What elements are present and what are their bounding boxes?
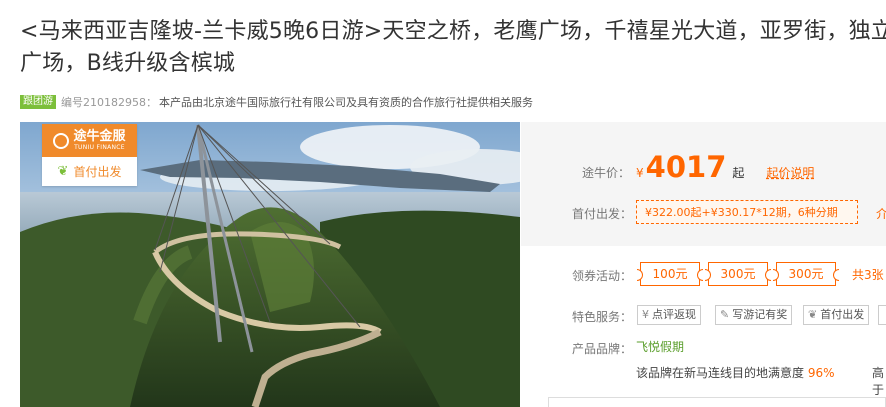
badge-feature: ❦ 首付出发 bbox=[42, 157, 137, 186]
badge-brand-sub: TUNIU FINANCE bbox=[74, 143, 125, 151]
service-label: 首付出发 bbox=[820, 308, 865, 321]
brand-label: 产品品牌： bbox=[572, 342, 633, 356]
satisfaction-compare: 高于 bbox=[872, 366, 885, 397]
price-value: 4017 bbox=[645, 150, 727, 184]
installment-more-link[interactable]: 介 bbox=[876, 205, 886, 222]
price-row: 途牛价： ¥ 4017 起 起价说明 bbox=[582, 150, 814, 184]
provider-notice: 本产品由北京途牛国际旅行社有限公司及具有资质的合作旅行社提供相关服务 bbox=[159, 96, 533, 109]
service-label: 点评返现 bbox=[652, 308, 696, 321]
badge-feature-label: 首付出发 bbox=[73, 165, 122, 179]
tuniu-finance-badge[interactable]: 途牛金服 TUNIU FINANCE ❦ 首付出发 bbox=[42, 124, 137, 186]
badge-brand: 途牛金服 TUNIU FINANCE bbox=[42, 124, 137, 157]
price-currency: ¥ bbox=[636, 166, 644, 180]
product-meta: 跟团游 编号210182958： 本产品由北京途牛国际旅行社有限公司及具有资质的… bbox=[20, 94, 533, 110]
satisfaction-text: 该品牌在新马连线目的地满意度 96% bbox=[636, 364, 835, 381]
price-explain-link[interactable]: 起价说明 bbox=[766, 164, 814, 181]
service-review-cashback[interactable]: ¥ 点评返现 bbox=[637, 305, 701, 325]
price-panel bbox=[521, 122, 886, 246]
price-suffix: 起 bbox=[732, 166, 745, 180]
page-title: <马来西亚吉隆坡-兰卡威5晚6日游>天空之桥，老鹰广场，千禧星光大道，亚罗街，独… bbox=[20, 19, 886, 76]
coupon-total-link[interactable]: 共3张 bbox=[852, 266, 884, 283]
badge-brand-main: 途牛金服 bbox=[73, 128, 126, 144]
services-label: 特色服务： bbox=[572, 310, 633, 324]
bottom-panel-edge bbox=[548, 397, 886, 407]
brand-link[interactable]: 飞悦假期 bbox=[636, 338, 684, 355]
tuniu-logo-icon bbox=[53, 132, 70, 149]
coupon-300-a[interactable]: 300元 bbox=[705, 262, 771, 286]
pencil-icon: ✎ bbox=[720, 308, 730, 321]
service-down-payment[interactable]: ❦ 首付出发 bbox=[803, 305, 870, 325]
coupon-300-b[interactable]: 300元 bbox=[773, 262, 839, 286]
service-travelogue-prize[interactable]: ✎ 写游记有奖 bbox=[715, 305, 793, 325]
installment-label: 首付出发： bbox=[572, 207, 633, 221]
service-more-cut[interactable] bbox=[878, 305, 886, 325]
product-code: 编号210182958： bbox=[61, 96, 157, 109]
satisfaction-desc: 该品牌在新马连线目的地满意度 bbox=[636, 366, 805, 380]
satisfaction-pct: 96% bbox=[807, 366, 835, 380]
coupon-100[interactable]: 100元 bbox=[637, 262, 703, 286]
tour-type-badge: 跟团游 bbox=[20, 95, 56, 109]
coupon-label: 领券活动： bbox=[572, 269, 633, 283]
leaf-icon: ❦ bbox=[57, 164, 69, 179]
yen-icon: ¥ bbox=[642, 308, 649, 321]
installment-box[interactable]: ¥322.00起+¥330.17*12期，6种分期 bbox=[636, 200, 858, 224]
service-label: 写游记有奖 bbox=[732, 308, 788, 321]
leaf-icon: ❦ bbox=[808, 308, 818, 321]
price-label: 途牛价： bbox=[582, 166, 631, 180]
